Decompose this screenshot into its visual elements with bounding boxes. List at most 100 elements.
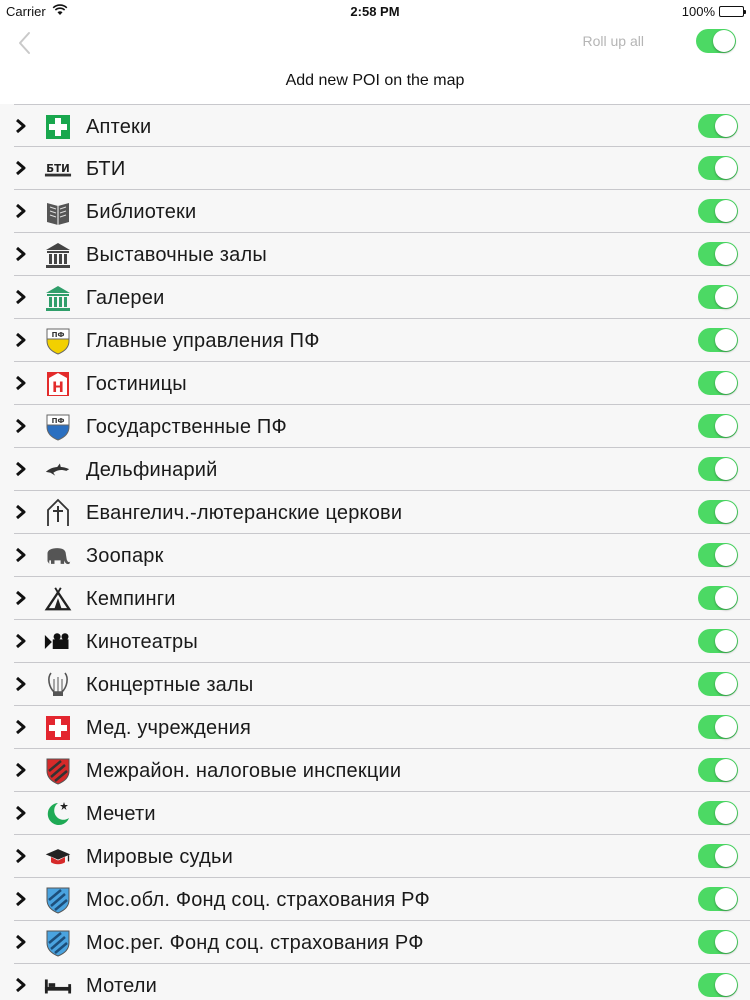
list-item-label: Евангелич.-лютеранские церкови bbox=[86, 502, 403, 524]
list-item[interactable]: Мос.обл. Фонд соц. страхования РФ bbox=[14, 878, 750, 921]
list-item[interactable]: Межрайон. налоговые инспекции bbox=[14, 749, 750, 792]
category-toggle-switch[interactable] bbox=[698, 586, 738, 610]
category-toggle-switch[interactable] bbox=[698, 156, 738, 180]
chevron-right-icon[interactable] bbox=[14, 160, 28, 176]
medical-cross-icon bbox=[44, 714, 72, 742]
list-item[interactable]: Мотели bbox=[14, 964, 750, 1000]
list-item[interactable]: Выставочные залы bbox=[14, 233, 750, 276]
category-toggle-switch[interactable] bbox=[698, 973, 738, 997]
lutheran-church-icon bbox=[44, 498, 72, 527]
list-item-label: Концертные залы bbox=[86, 674, 254, 696]
category-toggle-switch[interactable] bbox=[698, 672, 738, 696]
chevron-right-icon[interactable] bbox=[14, 719, 28, 735]
svg-text:БТИ: БТИ bbox=[46, 163, 69, 175]
list-item[interactable]: Концертные залы bbox=[14, 663, 750, 706]
category-toggle-switch[interactable] bbox=[698, 801, 738, 825]
chevron-right-icon[interactable] bbox=[14, 547, 28, 563]
dolphin-icon bbox=[44, 456, 72, 484]
category-toggle-switch[interactable] bbox=[698, 543, 738, 567]
library-book-icon bbox=[44, 198, 72, 226]
svg-text:ПФ: ПФ bbox=[52, 331, 65, 339]
chevron-right-icon[interactable] bbox=[14, 891, 28, 907]
list-item[interactable]: Дельфинарий bbox=[14, 448, 750, 491]
status-bar: Carrier 2:58 PM 100% bbox=[0, 0, 750, 22]
chevron-right-icon[interactable] bbox=[14, 118, 28, 134]
list-item[interactable]: Евангелич.-лютеранские церкови bbox=[14, 491, 750, 534]
chevron-right-icon[interactable] bbox=[14, 934, 28, 950]
category-toggle-switch[interactable] bbox=[698, 500, 738, 524]
svg-text:H: H bbox=[52, 380, 64, 396]
list-item[interactable]: Зоопарк bbox=[14, 534, 750, 577]
chevron-right-icon[interactable] bbox=[14, 977, 28, 993]
category-toggle-switch[interactable] bbox=[698, 242, 738, 266]
category-toggle-switch[interactable] bbox=[698, 930, 738, 954]
list-item[interactable]: Галереи bbox=[14, 276, 750, 319]
category-toggle-switch[interactable] bbox=[698, 629, 738, 653]
category-toggle-switch[interactable] bbox=[698, 285, 738, 309]
lyre-icon bbox=[44, 671, 72, 699]
poi-category-list: Аптеки БТИ БТИ Библиотеки Выставочные залы Га… bbox=[0, 104, 750, 1000]
nav-bar: Roll up all bbox=[0, 22, 750, 62]
category-toggle-switch[interactable] bbox=[698, 457, 738, 481]
status-right: 100% bbox=[681, 4, 746, 19]
pension-fund-yellow-shield-icon: ПФ bbox=[44, 327, 72, 355]
chevron-right-icon[interactable] bbox=[14, 203, 28, 219]
chevron-right-icon[interactable] bbox=[14, 332, 28, 348]
list-item[interactable]: Библиотеки bbox=[14, 190, 750, 233]
back-button[interactable] bbox=[14, 28, 38, 58]
page-subtitle: Add new POI on the map bbox=[285, 72, 465, 89]
category-toggle-switch[interactable] bbox=[698, 199, 738, 223]
list-item[interactable]: Мос.рег. Фонд соц. страхования РФ bbox=[14, 921, 750, 964]
svg-text:ПФ: ПФ bbox=[52, 417, 65, 425]
list-item-label: Кинотеатры bbox=[86, 631, 198, 653]
gallery-columns-icon bbox=[44, 284, 72, 312]
chevron-left-icon bbox=[19, 32, 30, 54]
battery-percent: 100% bbox=[681, 4, 715, 19]
category-toggle-switch[interactable] bbox=[698, 887, 738, 911]
category-toggle-switch[interactable] bbox=[698, 844, 738, 868]
list-item-label: Аптеки bbox=[86, 116, 152, 138]
list-item-label: Мос.обл. Фонд соц. страхования РФ bbox=[86, 889, 430, 911]
list-item-label: Библиотеки bbox=[86, 201, 197, 223]
chevron-right-icon[interactable] bbox=[14, 590, 28, 606]
chevron-right-icon[interactable] bbox=[14, 676, 28, 692]
list-item-label: БТИ bbox=[86, 158, 126, 180]
category-toggle-switch[interactable] bbox=[698, 414, 738, 438]
chevron-right-icon[interactable] bbox=[14, 375, 28, 391]
list-item[interactable]: Мировые судьи bbox=[14, 835, 750, 878]
hotel-h-icon: H bbox=[44, 370, 72, 398]
category-toggle-switch[interactable] bbox=[698, 114, 738, 138]
category-toggle-switch[interactable] bbox=[698, 758, 738, 782]
chevron-right-icon[interactable] bbox=[14, 848, 28, 864]
list-item[interactable]: H Гостиницы bbox=[14, 362, 750, 405]
roll-up-all-switch[interactable] bbox=[696, 29, 736, 53]
chevron-right-icon[interactable] bbox=[14, 633, 28, 649]
list-item[interactable]: Кемпинги bbox=[14, 577, 750, 620]
category-toggle-switch[interactable] bbox=[698, 371, 738, 395]
list-item[interactable]: ПФ Государственные ПФ bbox=[14, 405, 750, 448]
list-item-label: Галереи bbox=[86, 287, 165, 309]
chevron-right-icon[interactable] bbox=[14, 418, 28, 434]
pharmacy-cross-icon bbox=[44, 113, 72, 141]
list-item-label: Государственные ПФ bbox=[86, 416, 287, 438]
roll-up-all-label: Roll up all bbox=[582, 33, 644, 49]
list-item-label: Кемпинги bbox=[86, 588, 176, 610]
list-item[interactable]: Аптеки bbox=[14, 104, 750, 147]
chevron-right-icon[interactable] bbox=[14, 504, 28, 520]
list-item-label: Зоопарк bbox=[86, 545, 164, 567]
chevron-right-icon[interactable] bbox=[14, 762, 28, 778]
chevron-right-icon[interactable] bbox=[14, 805, 28, 821]
category-toggle-switch[interactable] bbox=[698, 328, 738, 352]
category-toggle-switch[interactable] bbox=[698, 715, 738, 739]
list-item[interactable]: БТИ БТИ bbox=[14, 147, 750, 190]
chevron-right-icon[interactable] bbox=[14, 461, 28, 477]
list-item[interactable]: Мед. учреждения bbox=[14, 706, 750, 749]
chevron-right-icon[interactable] bbox=[14, 246, 28, 262]
chevron-right-icon[interactable] bbox=[14, 289, 28, 305]
list-item[interactable]: Мечети bbox=[14, 792, 750, 835]
list-item[interactable]: Кинотеатры bbox=[14, 620, 750, 663]
list-item[interactable]: ПФ Главные управления ПФ bbox=[14, 319, 750, 362]
list-item-label: Мос.рег. Фонд соц. страхования РФ bbox=[86, 932, 424, 954]
list-item-label: Мировые судьи bbox=[86, 846, 233, 868]
list-item-label: Дельфинарий bbox=[86, 459, 218, 481]
